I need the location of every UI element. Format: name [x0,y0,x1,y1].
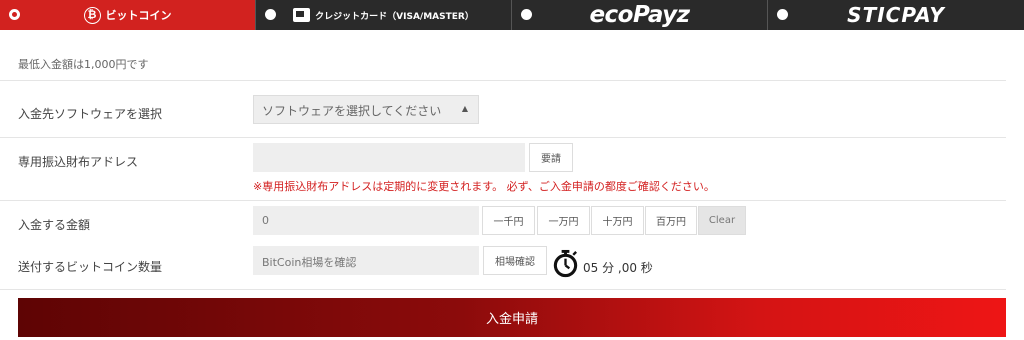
caret-up-icon: ▲ [461,104,468,113]
divider [0,289,1006,290]
radio-icon[interactable] [521,9,532,20]
minimum-deposit-note: 最低入金額は1,000円です [18,58,149,71]
divider [0,137,1006,138]
tab-bitcoin[interactable]: ₿ ビットコイン [0,0,256,30]
request-address-button[interactable]: 要請 [529,143,573,172]
radio-icon[interactable] [777,9,788,20]
amount-input[interactable]: 0 [253,206,479,235]
btc-quantity-label: 送付するビットコイン数量 [18,260,163,274]
check-rate-button[interactable]: 相場確認 [483,246,547,275]
tab-credit-card-text: クレジットカード（VISA/MASTER） [315,11,474,22]
radio-icon[interactable] [265,9,276,20]
rate-timer: 05 分 ,00 秒 [583,261,653,275]
divider [0,200,1006,201]
deposit-page: ₿ ビットコイン クレジットカード（VISA/MASTER） ecoPayz S… [0,0,1024,340]
bitcoin-icon: ₿ [83,6,101,24]
software-select[interactable]: ソフトウェアを選択してください ▲ [253,95,479,124]
tab-credit-card[interactable]: クレジットカード（VISA/MASTER） [256,0,512,30]
software-select-value: ソフトウェアを選択してください [262,104,442,118]
amount-label: 入金する金額 [18,218,91,232]
tab-ecopayz[interactable]: ecoPayz [512,0,768,30]
sticpay-logo: STICPAY [847,3,945,27]
add-1000000-button[interactable]: 百万円 [645,206,697,235]
payment-method-tabs: ₿ ビットコイン クレジットカード（VISA/MASTER） ecoPayz S… [0,0,1024,30]
tab-bitcoin-label: ₿ ビットコイン [83,6,172,24]
add-1000-button[interactable]: 一千円 [482,206,535,235]
ecopayz-logo: ecoPayz [589,2,690,28]
wallet-warning-text: ※専用振込財布アドレスは定期的に変更されます。 必ず、ご入金申請の都度ご確認くだ… [253,180,715,193]
software-label: 入金先ソフトウェアを選択 [18,107,163,121]
stopwatch-icon [553,249,578,278]
credit-card-icon [293,8,311,22]
wallet-address-label: 専用振込財布アドレス [18,155,139,169]
wallet-address-field[interactable] [253,143,525,172]
divider [0,80,1006,81]
btc-quantity-input[interactable]: BitCoin相場を確認 [253,246,479,275]
tab-sticpay[interactable]: STICPAY [768,0,1024,30]
add-100000-button[interactable]: 十万円 [591,206,644,235]
add-10000-button[interactable]: 一万円 [537,206,590,235]
tab-credit-card-label: クレジットカード（VISA/MASTER） [293,8,474,22]
submit-deposit-button[interactable]: 入金申請 [18,298,1006,337]
radio-selected-icon[interactable] [9,9,20,20]
tab-bitcoin-text: ビットコイン [105,9,172,22]
clear-amount-button[interactable]: Clear [698,206,746,235]
